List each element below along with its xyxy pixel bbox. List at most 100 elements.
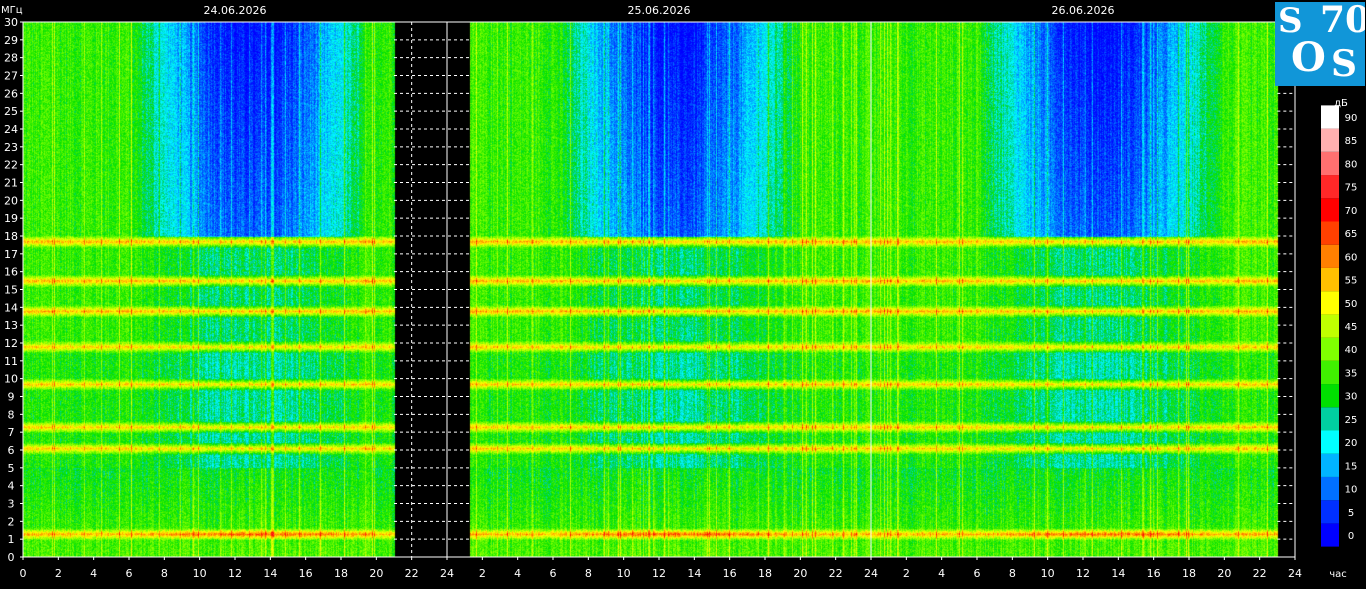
colorbar-tick-label: 30 — [1345, 392, 1358, 403]
logo-number-70: 70 — [1320, 2, 1365, 41]
x-tick-label: 14 — [1111, 567, 1125, 580]
colorbar-swatch — [1321, 198, 1339, 222]
x-tick-label: 0 — [20, 567, 27, 580]
y-tick-label: 13 — [4, 319, 18, 332]
y-tick-label: 28 — [4, 52, 18, 65]
x-tick-label: 6 — [126, 567, 133, 580]
y-tick-label: 27 — [4, 70, 18, 83]
colorbar-swatch — [1321, 360, 1339, 385]
colorbar-swatch — [1321, 151, 1339, 176]
y-tick-label: 12 — [4, 337, 18, 350]
y-tick-label: 18 — [4, 230, 18, 243]
y-tick-label: 6 — [8, 444, 15, 457]
x-tick-label: 12 — [1076, 567, 1090, 580]
y-tick-label: 16 — [4, 266, 18, 279]
colorbar-tick-label: 25 — [1345, 415, 1358, 426]
colorbar-tick-label: 0 — [1348, 531, 1354, 542]
x-tick-label: 22 — [829, 567, 843, 580]
x-tick-label: 14 — [687, 567, 701, 580]
x-tick-label: 20 — [1217, 567, 1231, 580]
date-label: 24.06.2026 — [204, 4, 267, 17]
colorbar-swatch — [1321, 523, 1339, 547]
colorbar-swatch — [1321, 407, 1339, 431]
x-tick-label: 22 — [1253, 567, 1267, 580]
x-tick-label: 12 — [652, 567, 666, 580]
y-tick-label: 0 — [8, 551, 15, 564]
y-tick-label: 29 — [4, 34, 18, 47]
x-tick-label: 4 — [514, 567, 521, 580]
y-tick-label: 17 — [4, 248, 18, 261]
y-tick-label: 3 — [8, 498, 15, 511]
y-tick-label: 5 — [8, 462, 15, 475]
y-tick-label: 2 — [8, 515, 15, 528]
colorbar-tick-label: 15 — [1345, 461, 1358, 472]
y-tick-label: 4 — [8, 480, 15, 493]
x-tick-label: 2 — [903, 567, 910, 580]
colorbar-swatch — [1321, 175, 1339, 199]
colorbar-tick-label: 40 — [1345, 345, 1358, 356]
x-tick-label: 10 — [617, 567, 631, 580]
colorbar-swatch — [1321, 128, 1339, 152]
x-tick-label: 4 — [938, 567, 945, 580]
colorbar-tick-label: 60 — [1345, 252, 1358, 263]
colorbar-swatch — [1321, 453, 1339, 477]
colorbar-tick-label: 85 — [1345, 136, 1358, 147]
colorbar-swatch — [1321, 244, 1339, 268]
colorbar-tick-label: 45 — [1345, 322, 1358, 333]
date-label: 25.06.2026 — [628, 4, 691, 17]
x-tick-label: 24 — [440, 567, 454, 580]
y-axis-label: МГц — [1, 5, 23, 16]
y-tick-label: 8 — [8, 408, 15, 421]
x-tick-label: 20 — [793, 567, 807, 580]
x-tick-label: 8 — [1009, 567, 1016, 580]
y-tick-label: 14 — [4, 301, 18, 314]
x-tick-label: 8 — [161, 567, 168, 580]
y-tick-label: 30 — [4, 16, 18, 29]
y-tick-label: 20 — [4, 194, 18, 207]
x-tick-label: 6 — [974, 567, 981, 580]
x-tick-label: 20 — [369, 567, 383, 580]
colorbar-swatch — [1321, 221, 1339, 245]
colorbar-swatch — [1321, 476, 1339, 501]
x-axis-label: час — [1329, 569, 1347, 580]
x-tick-label: 6 — [550, 567, 557, 580]
colorbar-tick-label: 50 — [1345, 299, 1358, 310]
colorbar-swatch — [1321, 291, 1339, 315]
colorbar-label: дБ — [1334, 98, 1348, 109]
x-tick-label: 22 — [405, 567, 419, 580]
colorbar-tick-label: 20 — [1345, 438, 1358, 449]
sos70-logo: S 70 O S — [1275, 2, 1365, 86]
x-tick-label: 10 — [193, 567, 207, 580]
colorbar-swatch — [1321, 337, 1339, 361]
colorbar-tick-label: 90 — [1345, 113, 1358, 124]
x-tick-label: 18 — [1182, 567, 1196, 580]
x-tick-label: 14 — [263, 567, 277, 580]
y-tick-label: 23 — [4, 141, 18, 154]
logo-letter-s1: S — [1278, 2, 1303, 41]
x-tick-label: 2 — [479, 567, 486, 580]
y-tick-label: 15 — [4, 284, 18, 297]
plot-frame — [22, 21, 1296, 558]
colorbar-tick-label: 75 — [1345, 183, 1358, 194]
colorbar-swatch — [1321, 267, 1339, 292]
colorbar-swatch — [1321, 500, 1339, 524]
colorbar-tick-label: 55 — [1345, 276, 1358, 287]
date-label: 26.06.2026 — [1052, 4, 1115, 17]
colorbar-tick-label: 10 — [1345, 485, 1358, 496]
colorbar-swatch — [1321, 314, 1339, 338]
x-tick-label: 8 — [585, 567, 592, 580]
y-tick-label: 22 — [4, 159, 18, 172]
y-tick-label: 25 — [4, 105, 18, 118]
y-tick-label: 26 — [4, 87, 18, 100]
logo-letter-s2: S — [1331, 43, 1357, 85]
colorbar-swatch — [1321, 430, 1339, 454]
colorbar-swatch — [1321, 384, 1339, 408]
x-tick-label: 12 — [228, 567, 242, 580]
x-tick-label: 18 — [758, 567, 772, 580]
spectrogram-chart: 0 1 2 3 4 5 6 7 8 9 10 11 12 13 14 15 16 17 18 19 20 21 22 23 24… — [0, 0, 1366, 589]
x-tick-label: 16 — [1147, 567, 1161, 580]
colorbar-tick-label: 70 — [1345, 206, 1358, 217]
x-tick-label: 10 — [1041, 567, 1055, 580]
y-tick-label: 21 — [4, 177, 18, 190]
x-tick-label: 18 — [334, 567, 348, 580]
